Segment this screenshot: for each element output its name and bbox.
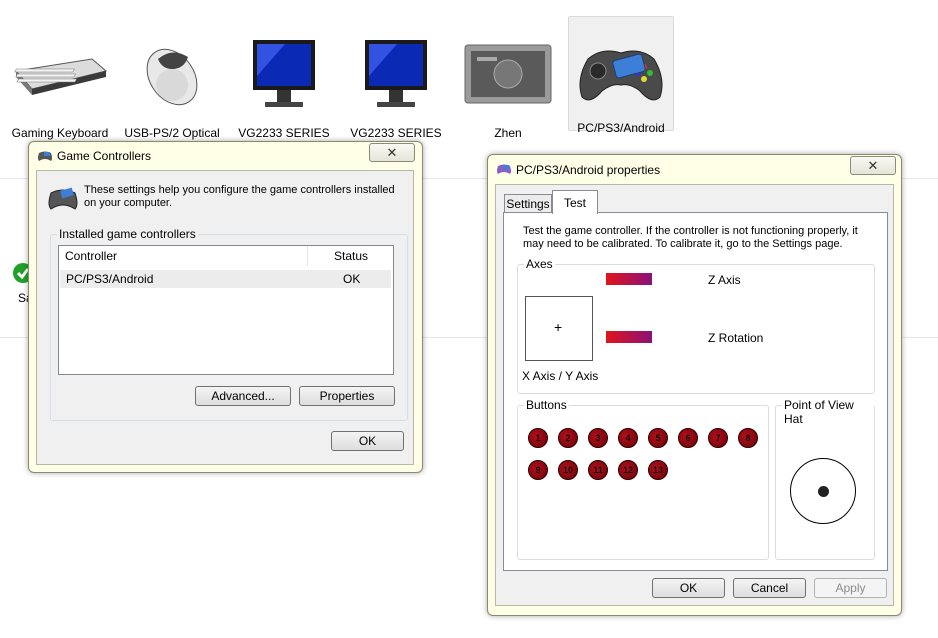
window-title: Game Controllers bbox=[57, 149, 152, 163]
mouse-icon bbox=[120, 30, 224, 118]
device-zhen[interactable]: Zhen bbox=[456, 30, 560, 141]
game-button-indicator: 11 bbox=[588, 460, 608, 480]
row-controller: PC/PS3/Android bbox=[66, 272, 154, 286]
device-label: Zhen bbox=[494, 126, 522, 140]
advanced-button[interactable]: Advanced... bbox=[195, 386, 291, 406]
pov-hat-dot bbox=[818, 486, 829, 497]
xy-axis-box: + bbox=[525, 296, 593, 361]
cancel-button[interactable]: Cancel bbox=[733, 578, 806, 598]
buttons-group: Buttons 1 2 3 4 5 6 7 8 9 10 11 12 13 bbox=[517, 398, 769, 560]
xy-axis-label: X Axis / Y Axis bbox=[522, 369, 599, 383]
z-axis-label: Z Axis bbox=[708, 273, 741, 287]
gamepad-icon bbox=[496, 162, 512, 176]
device-label: Gaming Keyboard bbox=[11, 126, 109, 140]
gamepad-icon bbox=[37, 149, 53, 163]
close-icon: ✕ bbox=[386, 144, 398, 160]
group-title: Buttons bbox=[524, 398, 569, 412]
game-button-indicator: 3 bbox=[588, 428, 608, 448]
window-client-area: These settings help you configure the ga… bbox=[36, 170, 414, 465]
column-header-status[interactable]: Status bbox=[309, 246, 393, 266]
close-icon: ✕ bbox=[867, 157, 879, 173]
ok-button[interactable]: OK bbox=[331, 431, 404, 451]
test-description: Test the game controller. If the control… bbox=[523, 225, 858, 250]
tab-settings[interactable]: Settings bbox=[504, 194, 552, 213]
z-axis-bar bbox=[606, 273, 652, 285]
monitor-icon bbox=[232, 30, 336, 118]
game-button-indicator: 7 bbox=[708, 428, 728, 448]
game-button-indicator: 12 bbox=[618, 460, 638, 480]
gamepad-icon bbox=[47, 185, 79, 213]
keyboard-icon bbox=[8, 30, 112, 118]
device-label: VG2233 SERIES bbox=[350, 126, 442, 140]
apply-button[interactable]: Apply bbox=[814, 578, 887, 598]
properties-button[interactable]: Properties bbox=[299, 386, 395, 406]
pov-hat-circle bbox=[790, 458, 856, 524]
z-rotation-bar bbox=[606, 331, 652, 343]
device-label: PC/PS3/Android bbox=[577, 121, 665, 135]
window-title: PC/PS3/Android properties bbox=[516, 163, 661, 177]
monitor-icon bbox=[344, 30, 448, 118]
game-button-indicator: 13 bbox=[648, 460, 668, 480]
device-monitor-2[interactable]: VG2233 SERIES bbox=[344, 30, 448, 141]
test-tab-page: Test the game controller. If the control… bbox=[503, 212, 888, 571]
group-title: Installed game controllers bbox=[57, 227, 198, 241]
game-button-indicator: 8 bbox=[738, 428, 758, 448]
crosshair-icon: + bbox=[554, 319, 563, 335]
game-button-indicator: 4 bbox=[618, 428, 638, 448]
close-button[interactable]: ✕ bbox=[850, 156, 896, 175]
game-button-indicator: 1 bbox=[528, 428, 548, 448]
axes-group: Axes Z Axis Z Rotation + X Axis / Y Axis bbox=[517, 257, 875, 394]
media-player-icon bbox=[456, 30, 560, 118]
table-row[interactable]: PC/PS3/Android OK bbox=[60, 270, 391, 288]
game-button-indicator: 6 bbox=[678, 428, 698, 448]
controllers-list[interactable]: Controller Status PC/PS3/Android OK bbox=[58, 245, 394, 375]
gamepad-icon bbox=[569, 29, 673, 117]
window-client-area: Settings Test Test the game controller. … bbox=[495, 184, 894, 606]
device-gamepad-selected[interactable]: PC/PS3/Android bbox=[568, 16, 674, 135]
game-button-indicator: 5 bbox=[648, 428, 668, 448]
device-optical-mouse[interactable]: USB-PS/2 Optical Mouse bbox=[120, 30, 224, 156]
group-title: Axes bbox=[524, 257, 555, 271]
row-status: OK bbox=[343, 272, 361, 286]
game-controllers-window: Game Controllers ✕ These settings help y… bbox=[28, 141, 423, 473]
properties-window: PC/PS3/Android properties ✕ Settings Tes… bbox=[487, 154, 902, 616]
intro-text: These settings help you configure the ga… bbox=[84, 184, 395, 209]
device-label: VG2233 SERIES bbox=[238, 126, 330, 140]
installed-controllers-group: Installed game controllers Controller St… bbox=[50, 227, 408, 421]
device-monitor-1[interactable]: VG2233 SERIES bbox=[232, 30, 336, 141]
group-title: Point of View Hat bbox=[782, 398, 874, 426]
game-button-indicator: 9 bbox=[528, 460, 548, 480]
game-button-indicator: 10 bbox=[558, 460, 578, 480]
game-button-indicator: 2 bbox=[558, 428, 578, 448]
tab-test[interactable]: Test bbox=[552, 190, 598, 214]
pov-hat-group: Point of View Hat bbox=[775, 398, 875, 560]
close-button[interactable]: ✕ bbox=[369, 143, 415, 162]
z-rotation-label: Z Rotation bbox=[708, 331, 764, 345]
device-gaming-keyboard[interactable]: Gaming Keyboard bbox=[8, 30, 112, 141]
ok-button[interactable]: OK bbox=[652, 578, 725, 598]
column-header-controller[interactable]: Controller bbox=[59, 246, 308, 266]
